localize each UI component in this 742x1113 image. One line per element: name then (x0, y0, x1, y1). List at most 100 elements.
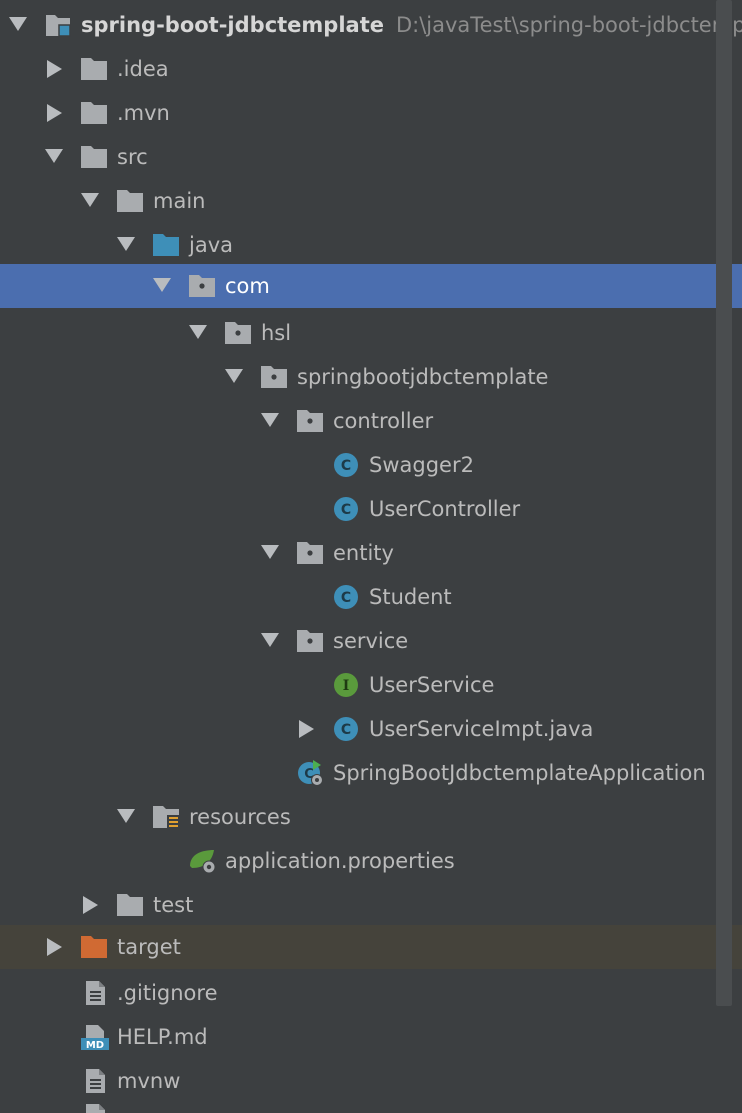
package-icon (224, 320, 252, 346)
package-icon (260, 364, 288, 390)
class-icon: C (332, 496, 360, 522)
tree-row-partial (0, 1103, 742, 1113)
tree-item-label: com (225, 274, 270, 298)
text-file-icon (82, 1068, 110, 1094)
tree-item-label: controller (333, 409, 434, 433)
interface-icon: I (332, 672, 360, 698)
vertical-scrollbar[interactable] (716, 0, 732, 1006)
excluded-folder-icon (80, 934, 108, 960)
package-icon (188, 273, 216, 299)
module-folder-icon (44, 12, 72, 38)
expand-arrow-icon[interactable] (81, 193, 99, 207)
expand-arrow-icon[interactable] (153, 278, 171, 292)
expand-arrow-icon[interactable] (261, 545, 279, 559)
tree-row-target[interactable]: target (0, 925, 742, 969)
tree-item-label: resources (189, 805, 291, 829)
collapsed-arrow-icon[interactable] (47, 104, 62, 122)
tree-item-label: .idea (117, 57, 169, 81)
tree-item-label: springbootjdbctemplate (297, 365, 549, 389)
expand-arrow-icon[interactable] (117, 237, 135, 251)
tree-item-label: entity (333, 541, 394, 565)
tree-row-usercontroller[interactable]: C UserController (0, 487, 742, 531)
source-folder-icon (152, 232, 180, 258)
resources-folder-icon (152, 804, 180, 830)
tree-row-service[interactable]: service (0, 619, 742, 663)
class-icon: C (332, 452, 360, 478)
tree-item-label: UserServiceImpt.java (369, 717, 594, 741)
tree-row-application-class[interactable]: C SpringBootJdbctemplateApplication (0, 751, 742, 795)
text-file-icon (82, 980, 110, 1006)
folder-icon (80, 56, 108, 82)
tree-row-mvnw[interactable]: mvnw (0, 1059, 742, 1103)
project-name: spring-boot-jdbctemplate (81, 13, 384, 37)
tree-row-hsl[interactable]: hsl (0, 311, 742, 355)
package-icon (296, 540, 324, 566)
tree-row-help-md[interactable]: MD HELP.md (0, 1015, 742, 1059)
tree-row-student[interactable]: C Student (0, 575, 742, 619)
tree-item-label: main (153, 189, 206, 213)
tree-row-project-root[interactable]: spring-boot-jdbctemplate D:\javaTest\spri… (0, 3, 742, 47)
svg-text:C: C (341, 590, 351, 606)
project-path: D:\javaTest\spring-boot-jdbctemplate (395, 13, 742, 37)
tree-item-label: mvnw (117, 1069, 181, 1093)
tree-item-label: service (333, 629, 409, 653)
spring-boot-class-icon: C (296, 760, 324, 786)
tree-row-swagger2[interactable]: C Swagger2 (0, 443, 742, 487)
tree-item-label: Swagger2 (369, 453, 474, 477)
svg-text:C: C (341, 458, 351, 474)
tree-item-label: target (117, 935, 181, 959)
tree-row-test[interactable]: test (0, 883, 742, 927)
collapsed-arrow-icon[interactable] (47, 60, 62, 78)
tree-row-userservice[interactable]: I UserService (0, 663, 742, 707)
collapsed-arrow-icon[interactable] (83, 896, 98, 914)
folder-icon (80, 144, 108, 170)
tree-row-resources[interactable]: resources (0, 795, 742, 839)
tree-item-label: .gitignore (117, 981, 218, 1005)
tree-item-label: HELP.md (117, 1025, 208, 1049)
tree-item-label: test (153, 893, 194, 917)
expand-arrow-icon[interactable] (225, 369, 243, 383)
expand-arrow-icon[interactable] (189, 325, 207, 339)
markdown-file-icon: MD (80, 1024, 109, 1050)
tree-row-springbootjdbctemplate[interactable]: springbootjdbctemplate (0, 355, 742, 399)
expand-arrow-icon[interactable] (261, 633, 279, 647)
package-icon (296, 628, 324, 654)
tree-row-mvn[interactable]: .mvn (0, 91, 742, 135)
svg-text:C: C (341, 502, 351, 518)
project-name-label: spring-boot-jdbctemplate D:\javaTest\spri… (81, 12, 742, 38)
tree-item-label: hsl (261, 321, 292, 345)
project-tree: spring-boot-jdbctemplate D:\javaTest\spri… (0, 0, 742, 1113)
class-icon: C (332, 716, 360, 742)
tree-item-label: UserController (369, 497, 521, 521)
tree-row-java[interactable]: java (0, 223, 742, 267)
class-icon: C (332, 584, 360, 610)
tree-row-application-properties[interactable]: application.properties (0, 839, 742, 883)
expand-arrow-icon[interactable] (261, 413, 279, 427)
tree-row-src[interactable]: src (0, 135, 742, 179)
tree-item-label: src (117, 145, 148, 169)
tree-row-idea[interactable]: .idea (0, 47, 742, 91)
svg-text:I: I (343, 678, 350, 694)
tree-row-gitignore[interactable]: .gitignore (0, 971, 742, 1015)
md-badge-text: MD (86, 1040, 104, 1050)
folder-icon (80, 100, 108, 126)
tree-row-entity[interactable]: entity (0, 531, 742, 575)
text-file-icon (82, 1103, 110, 1113)
tree-item-label: java (189, 233, 233, 257)
svg-text:C: C (341, 722, 351, 738)
tree-row-controller[interactable]: controller (0, 399, 742, 443)
tree-item-label: SpringBootJdbctemplateApplication (333, 761, 706, 785)
tree-row-com[interactable]: com (0, 264, 742, 308)
collapsed-arrow-icon[interactable] (47, 938, 62, 956)
tree-item-label: Student (369, 585, 452, 609)
tree-item-label: application.properties (225, 849, 455, 873)
expand-arrow-icon[interactable] (45, 149, 63, 163)
package-icon (296, 408, 324, 434)
expand-arrow-icon[interactable] (117, 809, 135, 823)
tree-row-main[interactable]: main (0, 179, 742, 223)
collapsed-arrow-icon[interactable] (299, 720, 314, 738)
tree-row-userserviceimpt[interactable]: C UserServiceImpt.java (0, 707, 742, 751)
tree-item-label: .mvn (117, 101, 170, 125)
spring-properties-icon (188, 848, 216, 874)
expand-arrow-icon[interactable] (9, 17, 27, 31)
